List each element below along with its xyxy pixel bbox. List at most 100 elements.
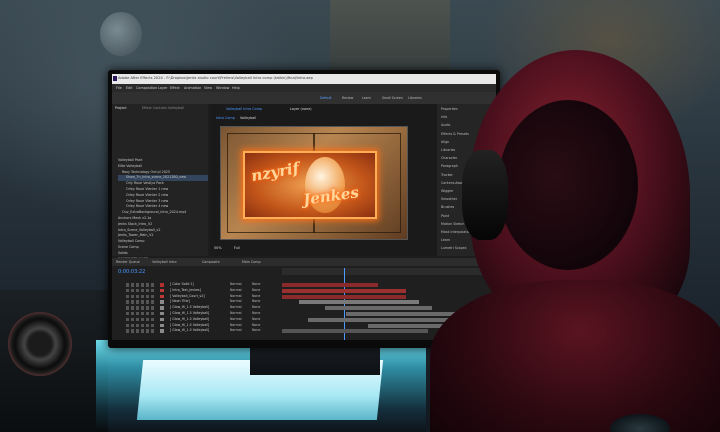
workspace-learn[interactable]: Learn	[362, 96, 371, 100]
layer-duration-bar[interactable]	[282, 288, 407, 293]
layer-switches[interactable]	[126, 306, 156, 310]
layer-label-color[interactable]	[160, 317, 164, 322]
menu-bar: File Edit Composition Layer Effect Anima…	[112, 84, 496, 92]
layer-switches[interactable]	[126, 323, 156, 328]
subtab-intro-comp[interactable]: Intro Comp	[216, 116, 235, 120]
tools-toolbar: Default Review Learn Small Screen Librar…	[112, 92, 496, 104]
layer-name: [ Intro_Text_Jenkes]	[170, 287, 201, 292]
layer-switches[interactable]	[126, 329, 156, 333]
layer-parent[interactable]: None	[252, 317, 260, 321]
layer-mode[interactable]: Normal	[230, 305, 242, 309]
menu-composition[interactable]: Composition	[136, 86, 157, 90]
timeline-tabs: Render Queue Volleyball Intro Composite …	[112, 258, 496, 266]
layer-duration-bar[interactable]	[299, 300, 419, 305]
menu-animation[interactable]: Animation	[184, 86, 201, 90]
layer-name: [ Glow_Hi_1.5 Volleyball]	[170, 322, 210, 327]
layer-mode[interactable]: Normal	[230, 282, 242, 286]
layer-name: [ Glow_Hi_1.5 Volleyball]	[170, 328, 210, 333]
layer-duration-bar[interactable]	[282, 283, 379, 287]
composition-viewer[interactable]: nzyrif Jenkes	[220, 126, 408, 240]
layer-switches[interactable]	[126, 317, 156, 322]
layer-list: [ Color Solid 1] Normal None [ Intro_Text_J…	[112, 282, 280, 334]
after-effects-icon	[113, 76, 117, 81]
layer-mode[interactable]: Normal	[230, 299, 242, 303]
layer-parent[interactable]: None	[252, 282, 260, 286]
subtab-volleyball[interactable]: Volleyball	[240, 116, 256, 120]
menu-layer[interactable]: Layer	[158, 86, 167, 90]
layer-name: [ Glow_Hi_1.5 Volleyball]	[170, 310, 210, 315]
menu-window[interactable]: Window	[216, 86, 229, 90]
layer-label-color[interactable]	[160, 306, 164, 310]
layer-switches[interactable]	[126, 294, 156, 299]
shoulders	[430, 280, 720, 432]
layer-label-color[interactable]	[160, 300, 164, 304]
menu-file[interactable]: File	[116, 86, 122, 90]
layer-duration-bar[interactable]	[282, 329, 428, 334]
timeline-layer-row[interactable]: [ Glow_Hi_1.5 Volleyball] Normal None	[112, 328, 280, 334]
tab-main-comp[interactable]: Main Comp	[242, 260, 261, 264]
after-effects-window: Adobe After Effects 2024 - F:\Dropbox\Je…	[112, 74, 496, 340]
layer-name: [ Glow_Hi_1.5 Volleyball]	[170, 305, 210, 310]
layer-switches[interactable]	[126, 283, 156, 287]
layer-switches[interactable]	[126, 288, 156, 293]
layer-mode[interactable]: Normal	[230, 294, 242, 298]
photo-scene: Adobe After Effects 2024 - F:\Dropbox\Je…	[0, 0, 720, 432]
menu-effect[interactable]: Effect	[170, 86, 180, 90]
layer-label-color[interactable]	[160, 288, 164, 293]
workspace-review[interactable]: Review	[342, 96, 353, 100]
tab-render-queue[interactable]: Render Queue	[116, 260, 140, 264]
layer-name: [ Color Solid 1]	[170, 282, 194, 286]
wall-picture-frame	[330, 0, 450, 70]
menu-edit[interactable]: Edit	[126, 86, 133, 90]
neon-frame: nzyrif Jenkes	[243, 151, 377, 219]
tab-volleyball-intro[interactable]: Volleyball Intro	[152, 260, 176, 264]
layer-mode[interactable]: Normal	[230, 328, 242, 332]
tab-composition[interactable]: Volleyball Intro Comp	[226, 107, 262, 111]
title-bar: Adobe After Effects 2024 - F:\Dropbox\Je…	[112, 74, 496, 84]
layer-parent[interactable]: None	[252, 328, 260, 332]
wall-lamp	[100, 12, 142, 56]
window-title: Adobe After Effects 2024 - F:\Dropbox\Je…	[118, 76, 313, 80]
layer-parent[interactable]: None	[252, 305, 260, 309]
layer-name: [ Glow_Hi_1.5 Volleyball]	[170, 316, 210, 321]
layer-label-color[interactable]	[160, 283, 164, 287]
layer-parent[interactable]: None	[252, 288, 260, 292]
layer-duration-bar[interactable]	[324, 306, 432, 311]
layer-parent[interactable]: None	[252, 311, 260, 315]
workspace-libraries[interactable]: Libraries	[408, 96, 422, 100]
tab-project[interactable]: Project	[115, 106, 127, 110]
layer-mode[interactable]: Normal	[230, 323, 242, 327]
head	[498, 100, 638, 270]
layer-label-color[interactable]	[160, 323, 164, 328]
workspace-default[interactable]: Default	[320, 96, 332, 100]
layer-label-color[interactable]	[160, 311, 164, 316]
tab-composite[interactable]: Composite	[202, 260, 220, 264]
layer-mode[interactable]: Normal	[230, 288, 242, 292]
layer-switches[interactable]	[126, 311, 156, 316]
menu-help[interactable]: Help	[232, 86, 240, 90]
menu-view[interactable]: View	[204, 86, 212, 90]
workspace-small-screen[interactable]: Small Screen	[382, 96, 403, 100]
layer-duration-bar[interactable]	[307, 317, 458, 322]
layer-mode[interactable]: Normal	[230, 317, 242, 321]
resolution-dropdown[interactable]: Full	[234, 246, 240, 250]
layer-name: [ Neon Title]	[170, 299, 190, 304]
headphones	[462, 150, 508, 240]
layer-name: [ Volleyball_Court_v2]	[170, 293, 205, 298]
layer-parent[interactable]: None	[252, 299, 260, 303]
tab-effect-controls[interactable]: Effect Controls Volleyball	[142, 106, 184, 110]
layer-label-color[interactable]	[160, 329, 164, 333]
current-timecode[interactable]: 0:00:03:22	[118, 269, 145, 275]
layer-mode[interactable]: Normal	[230, 311, 242, 315]
layer-duration-bar[interactable]	[282, 294, 407, 299]
layer-label-color[interactable]	[160, 294, 164, 299]
speaker-woofer	[8, 312, 72, 376]
layer-parent[interactable]: None	[252, 294, 260, 298]
person-in-hoodie	[430, 30, 720, 432]
zoom-dropdown[interactable]: 50%	[214, 246, 222, 250]
neon-text-top: nzyrif	[249, 158, 301, 186]
layer-switches[interactable]	[126, 300, 156, 304]
tab-layer[interactable]: Layer (none)	[290, 107, 312, 111]
layer-parent[interactable]: None	[252, 323, 260, 327]
monitor-stand	[250, 345, 380, 375]
